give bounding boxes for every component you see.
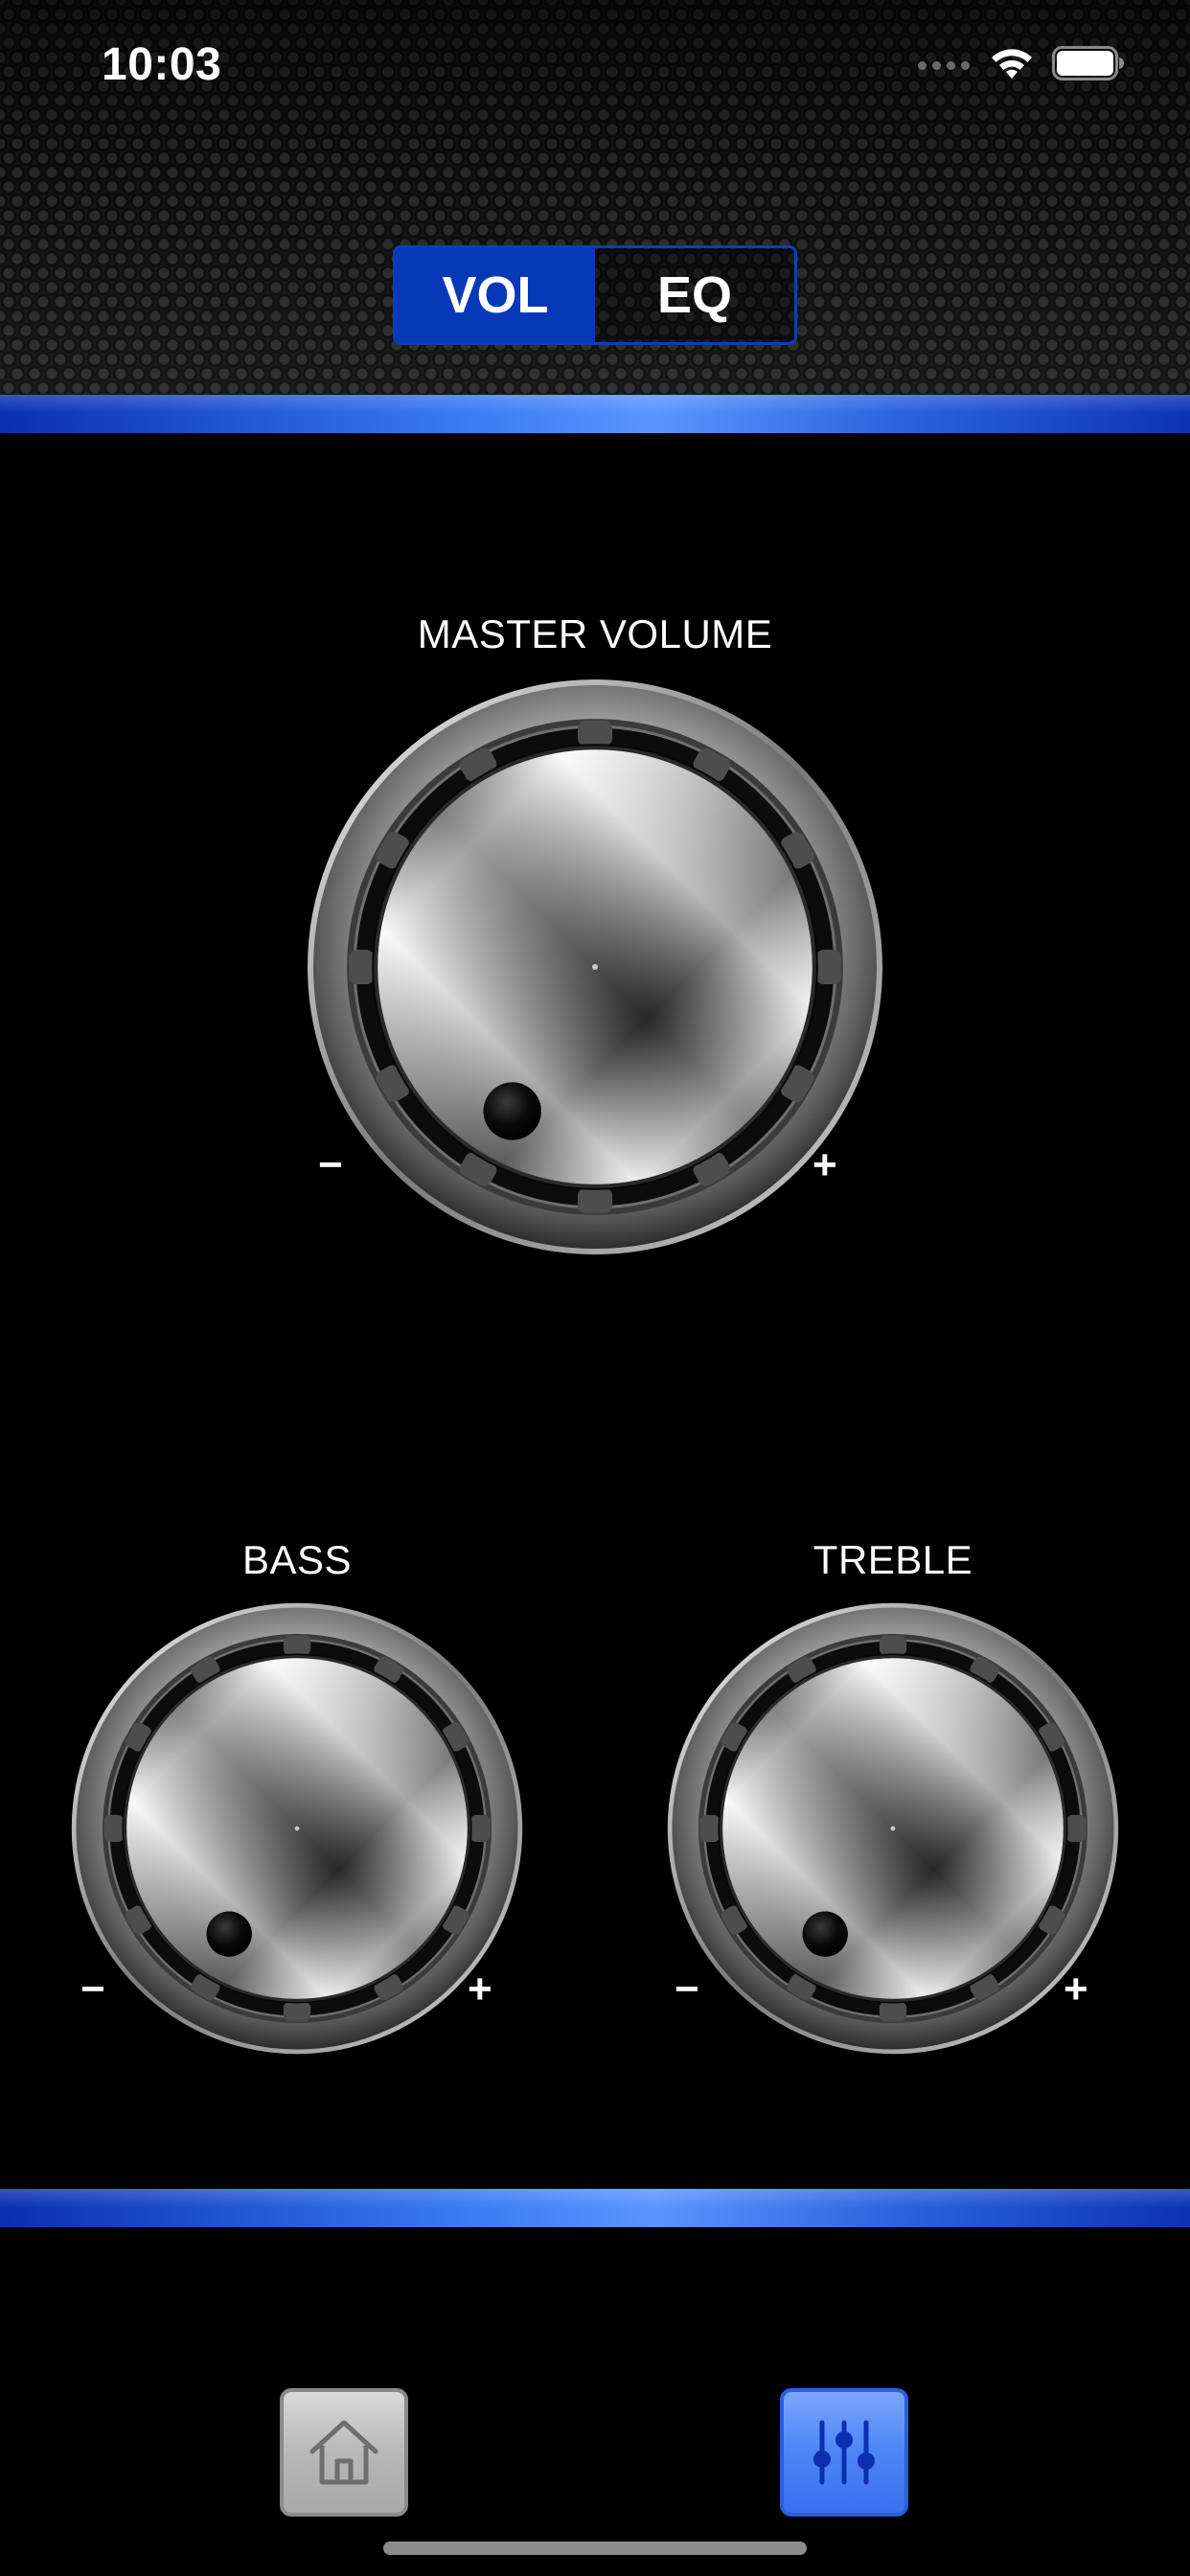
cellular-signal-icon <box>918 61 970 70</box>
bass-plus-sign: + <box>468 1966 492 2012</box>
tab-eq[interactable]: EQ <box>595 248 794 342</box>
treble-knob[interactable] <box>667 1602 1119 2055</box>
master-plus-sign: + <box>812 1141 837 1188</box>
master-volume-knob[interactable] <box>307 678 883 1255</box>
bass-minus-sign: − <box>80 1966 105 2012</box>
bass-knob[interactable] <box>71 1602 523 2055</box>
status-time: 10:03 <box>102 39 222 90</box>
treble-label: TREBLE <box>812 1537 973 1582</box>
home-icon <box>309 2420 378 2485</box>
home-indicator <box>383 2542 807 2555</box>
master-minus-sign: − <box>318 1141 343 1188</box>
top-blue-divider <box>0 395 1190 433</box>
tab-vol[interactable]: VOL <box>396 248 595 342</box>
home-button[interactable] <box>280 2388 408 2517</box>
status-bar: 10:03 <box>0 0 1190 125</box>
equalizer-sliders-icon <box>813 2420 875 2485</box>
master-volume-label: MASTER VOLUME <box>417 611 773 656</box>
vol-eq-segmented-control: VOL EQ <box>393 245 797 345</box>
knob-graphic <box>307 678 883 1255</box>
equalizer-button[interactable] <box>780 2388 908 2517</box>
bottom-blue-divider <box>0 2189 1190 2227</box>
treble-plus-sign: + <box>1064 1966 1088 2012</box>
knob-graphic <box>71 1602 523 2055</box>
wifi-icon <box>992 49 1032 79</box>
knob-graphic <box>667 1602 1119 2055</box>
battery-icon <box>1052 46 1124 80</box>
app-root: 10:03 VOL EQ MASTER VOLUME − + BASS − + … <box>0 0 1190 2576</box>
bass-label: BASS <box>241 1537 353 1582</box>
treble-minus-sign: − <box>675 1966 699 2012</box>
